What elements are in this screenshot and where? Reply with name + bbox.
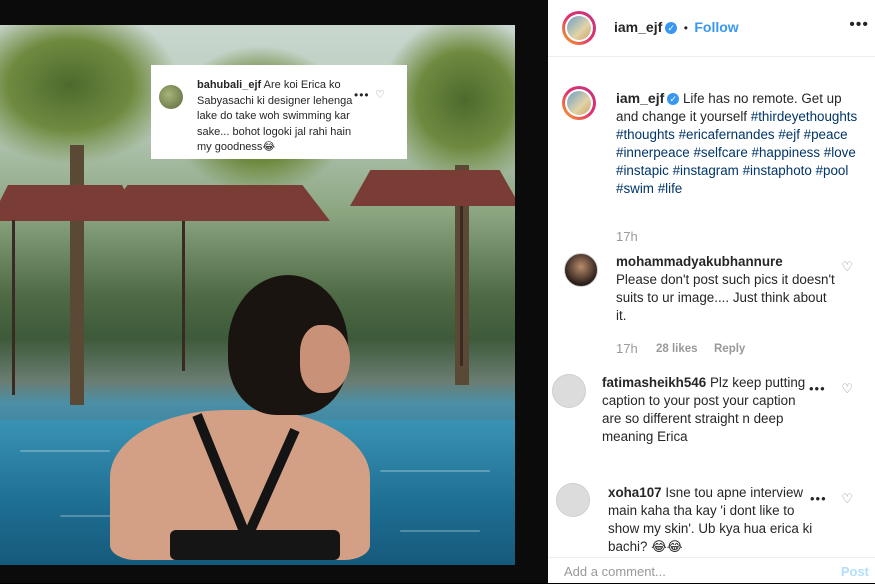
verified-badge-icon: ✓	[665, 22, 678, 34]
overlay-comment-text: bahubali_ejf Are koi Erica ko Sabyasachi…	[197, 78, 359, 156]
hashtag-link[interactable]: #ericafernandes	[679, 127, 775, 142]
add-comment-input[interactable]: Add a comment...	[564, 564, 666, 579]
hashtag-link[interactable]: #thoughts	[616, 127, 675, 142]
overlay-heart-icon: ♡	[375, 89, 385, 101]
caption-avatar[interactable]	[562, 86, 596, 120]
hashtag-link[interactable]: #peace	[804, 127, 848, 142]
hashtag-link[interactable]: #instapic	[616, 163, 669, 178]
heart-icon[interactable]: ♡	[841, 491, 853, 507]
more-options-icon[interactable]: •••	[809, 381, 826, 396]
add-comment-bar: Add a comment... Post	[548, 557, 875, 584]
post-photo[interactable]: bahubali_ejf Are koi Erica ko Sabyasachi…	[0, 0, 548, 583]
post-caption: iam_ejf ✓ Life has no remote. Get up and …	[616, 89, 866, 198]
hashtag-link[interactable]: #happiness	[752, 145, 821, 160]
comment-item: xoha107 Isne tou apne interview main kah…	[608, 484, 820, 556]
heart-icon[interactable]: ♡	[841, 259, 853, 275]
hashtag-link[interactable]: #swim	[616, 181, 654, 196]
hashtag-link[interactable]: #selfcare	[693, 145, 747, 160]
comment-avatar[interactable]	[552, 374, 586, 408]
comment-username[interactable]: xoha107	[608, 485, 662, 500]
comment-text: Please don't post such pics it doesn't s…	[616, 272, 835, 323]
more-options-icon[interactable]: •••	[810, 491, 827, 506]
comment-item: mohammadyakubhannure Please don't post s…	[616, 253, 836, 325]
post-comment-button[interactable]: Post	[841, 564, 869, 579]
hashtag-link[interactable]: #pool	[816, 163, 849, 178]
hashtag-link[interactable]: #life	[658, 181, 683, 196]
comment-username[interactable]: mohammadyakubhannure	[616, 253, 836, 271]
header-avatar[interactable]	[562, 11, 596, 45]
overlay-username: bahubali_ejf	[197, 79, 262, 91]
reply-button[interactable]: Reply	[714, 343, 745, 355]
comment-username[interactable]: fatimasheikh546	[602, 375, 706, 390]
overlay-comment-card: bahubali_ejf Are koi Erica ko Sabyasachi…	[151, 65, 407, 159]
hashtag-link[interactable]: #instaphoto	[743, 163, 812, 178]
follow-separator: •	[683, 21, 688, 35]
hashtag-link[interactable]: #love	[824, 145, 856, 160]
post-header: iam_ejf ✓ • Follow •••	[548, 0, 875, 57]
overlay-avatar	[159, 85, 183, 109]
hashtag-link[interactable]: #instagram	[673, 163, 739, 178]
hashtag-link[interactable]: #thirdeyethoughts	[751, 109, 857, 124]
post-time[interactable]: 17h	[616, 229, 638, 244]
caption-username[interactable]: iam_ejf	[616, 90, 664, 106]
header-username[interactable]: iam_ejf	[614, 19, 662, 35]
hashtag-link[interactable]: #innerpeace	[616, 145, 690, 160]
comment-item: fatimasheikh546 Plz keep putting caption…	[602, 374, 817, 446]
heart-icon[interactable]: ♡	[841, 381, 853, 397]
more-options-icon[interactable]: •••	[849, 16, 869, 34]
comment-avatar[interactable]	[556, 483, 590, 517]
overlay-more-icon: •••	[354, 88, 370, 102]
hashtag-link[interactable]: #ejf	[778, 127, 800, 142]
comment-likes[interactable]: 28 likes	[656, 343, 698, 355]
verified-badge-icon: ✓	[667, 93, 680, 105]
comment-avatar[interactable]	[564, 253, 598, 287]
follow-button[interactable]: Follow	[694, 19, 738, 35]
comment-time[interactable]: 17h	[616, 341, 638, 356]
post-side-panel: iam_ejf ✓ • Follow ••• iam_ejf ✓ Life has …	[548, 0, 875, 583]
